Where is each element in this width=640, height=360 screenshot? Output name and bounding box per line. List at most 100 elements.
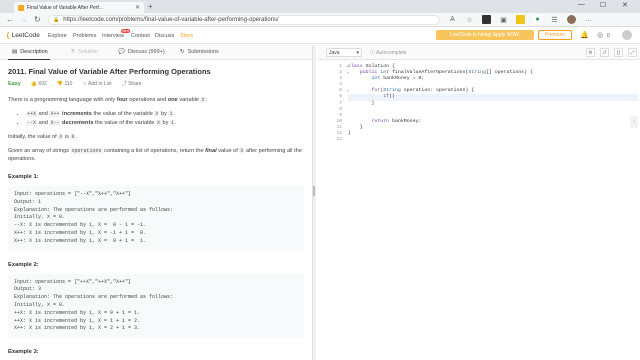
- code-keyword: return: [371, 118, 390, 124]
- browser-toolbar: ← → ↻ 🔒 https://leetcode.com/problems/fi…: [0, 13, 640, 27]
- solution-icon: ⚗: [70, 49, 75, 55]
- given-final: final: [205, 148, 217, 154]
- forward-arrow-icon[interactable]: →: [20, 15, 28, 24]
- add-to-list-button[interactable]: ☆ Add to List: [82, 81, 111, 87]
- extension-icon[interactable]: [482, 15, 491, 24]
- dislike-count: 110: [64, 80, 73, 87]
- back-arrow-icon[interactable]: ←: [6, 15, 14, 24]
- code-keyword: int: [380, 70, 390, 76]
- and-text: and: [37, 119, 50, 126]
- leetcode-logo-icon: ⟨: [6, 31, 10, 40]
- chevron-down-icon: ▾: [356, 49, 359, 56]
- share-label: Share: [128, 81, 142, 87]
- difficulty-badge: Easy: [8, 80, 21, 87]
- intro-text-c: operations and: [127, 97, 168, 103]
- operations-list: ++X and X++ increments the value of the …: [26, 110, 304, 127]
- leetcode-logo[interactable]: ⟨ LeetCode: [6, 31, 40, 40]
- side-panel-toggle[interactable]: ‹: [630, 116, 638, 128]
- panel-splitter[interactable]: [312, 45, 316, 360]
- fullscreen-icon[interactable]: ⤢: [628, 48, 637, 57]
- browser-profile-avatar[interactable]: [567, 15, 576, 24]
- share-icon: ⤴: [121, 81, 127, 87]
- extension-green-icon[interactable]: ●: [533, 15, 542, 24]
- splitter-handle-icon[interactable]: [313, 186, 315, 196]
- language-value: Java: [329, 49, 340, 56]
- nav-interview[interactable]: Interview: [102, 33, 124, 39]
- tab-solution-label: Solution: [77, 49, 98, 55]
- example-3-title: Example 3:: [8, 349, 39, 356]
- language-select[interactable]: Java ▾: [326, 48, 362, 57]
- op-pre-dec: --X: [26, 119, 38, 126]
- line-number: 13: [336, 137, 342, 143]
- nav-discuss[interactable]: Discuss: [155, 33, 174, 39]
- braces-icon[interactable]: {}: [614, 48, 623, 57]
- example-1-title: Example 1:: [8, 174, 39, 180]
- decrements-text: decrements: [60, 119, 94, 126]
- close-window-button[interactable]: ✕: [622, 1, 628, 9]
- code-line[interactable]: [348, 137, 638, 143]
- settings-icon[interactable]: ⚙: [586, 48, 595, 57]
- problem-description-panel[interactable]: 2011. Final Value of Variable After Perf…: [0, 60, 312, 360]
- rest-text: the value of the variable: [91, 111, 155, 117]
- op-post-dec: X--: [49, 119, 61, 126]
- hiring-promo-banner[interactable]: LeetCode is hiring! Apply NOW.: [436, 30, 534, 40]
- tab-submissions[interactable]: ↻ Submissions: [180, 49, 219, 55]
- thumbs-up-icon: 👍: [30, 80, 38, 87]
- leetcode-logo-text: LeetCode: [11, 32, 40, 39]
- read-aloud-icon[interactable]: A: [448, 15, 457, 24]
- collections-icon[interactable]: ▣: [499, 15, 508, 24]
- tab-discuss[interactable]: 💬 Discuss (999+): [118, 49, 165, 55]
- initial-a: Initially, the value of: [8, 134, 59, 140]
- line-number-gutter: 1 ▾ 2 ▾ 3 4 5 ▾ 6 7 8 9 10 11 12 13: [318, 64, 349, 143]
- favorite-star-icon[interactable]: ☆: [465, 15, 474, 24]
- user-avatar[interactable]: [622, 30, 632, 40]
- extension-yellow-icon[interactable]: [516, 15, 525, 24]
- tab-description[interactable]: ▤ Description: [12, 49, 48, 55]
- minimize-window-button[interactable]: —: [578, 1, 585, 8]
- coin-icon[interactable]: ◎: [597, 31, 603, 39]
- code-area[interactable]: class Solution { public int finalValueAf…: [348, 64, 638, 143]
- dislike-button[interactable]: 👎 110: [57, 81, 73, 87]
- problem-intro: There is a programming language with onl…: [8, 96, 304, 104]
- more-menu-icon[interactable]: …: [584, 15, 593, 24]
- code-keyword: String: [383, 88, 401, 94]
- share-button[interactable]: ⤴ Share: [122, 80, 142, 87]
- leetcode-navbar: ⟨ LeetCode Explore Problems Interview Ne…: [0, 27, 640, 44]
- favorites-icon[interactable]: ☰: [550, 15, 559, 24]
- autocomplete-toggle[interactable]: ⓘ Autocomplete: [370, 49, 407, 56]
- tab-solution[interactable]: ⚗ Solution: [70, 49, 98, 55]
- thumbs-down-icon: 👎: [56, 80, 64, 87]
- one-code: 1: [168, 111, 174, 117]
- new-tab-button[interactable]: +: [148, 2, 153, 11]
- code-editor[interactable]: 1 ▾ 2 ▾ 3 4 5 ▾ 6 7 8 9 10 11 12 13 class Solution { pu…: [318, 60, 640, 360]
- editor-toolbar: Java ▾ ⓘ Autocomplete ⚙ ↺ {} ⤢: [318, 45, 640, 60]
- op-pre-inc: ++X: [26, 111, 38, 117]
- nav-contest[interactable]: Contest: [131, 33, 150, 39]
- intro-text-f: :: [205, 97, 208, 103]
- increments-text: increments: [60, 111, 92, 117]
- op-post-inc: X++: [49, 111, 61, 117]
- maximize-window-button[interactable]: ☐: [600, 1, 606, 9]
- intro-one: one: [167, 97, 178, 103]
- browser-tab-title: Final Value of Variable After Perf...: [27, 4, 103, 11]
- description-icon: ▤: [12, 49, 18, 55]
- nav-store[interactable]: Store: [180, 33, 193, 39]
- reload-icon[interactable]: ↻: [34, 15, 41, 24]
- tab-description-label: Description: [20, 49, 48, 55]
- nav-problems[interactable]: Problems: [73, 33, 96, 39]
- reset-code-icon[interactable]: ↺: [600, 48, 609, 57]
- browser-tab[interactable]: Final Value of Variable After Perf... ✕: [14, 2, 144, 13]
- by-text: by: [160, 119, 171, 126]
- nav-explore[interactable]: Explore: [48, 33, 67, 39]
- initial-c: .: [75, 134, 78, 140]
- rest-text: the value of the variable: [93, 119, 156, 126]
- like-button[interactable]: 👍 692: [31, 81, 47, 87]
- close-tab-icon[interactable]: ✕: [135, 4, 140, 11]
- intro-four: four: [116, 97, 128, 103]
- given-c: value of: [216, 148, 240, 154]
- notification-bell-icon[interactable]: 🔔: [580, 31, 589, 39]
- address-bar[interactable]: 🔒 https://leetcode.com/problems/final-va…: [48, 15, 440, 25]
- url-text[interactable]: https://leetcode.com/problems/final-valu…: [63, 17, 278, 23]
- tab-discuss-label: Discuss (999+): [127, 49, 165, 55]
- premium-button[interactable]: Premium: [538, 30, 572, 40]
